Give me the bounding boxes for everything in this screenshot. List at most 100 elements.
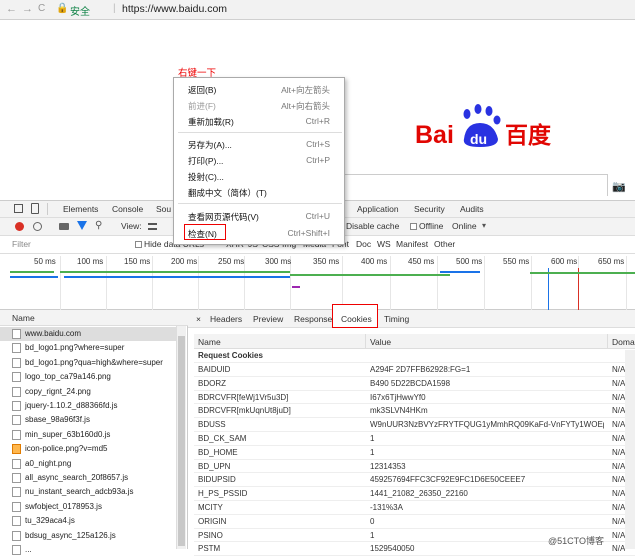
menu-item-cast[interactable]: 投射(C)... (174, 168, 346, 184)
camera-capture-icon[interactable] (59, 223, 69, 230)
table-row[interactable]: MCITY -131%3A N/A (194, 501, 635, 515)
camera-icon[interactable]: 📷 (612, 180, 626, 193)
file-icon (12, 473, 21, 483)
tab-audits[interactable]: Audits (460, 204, 484, 214)
logo-baidu-cn: 百度 (505, 122, 552, 149)
tab-security[interactable]: Security (414, 204, 445, 214)
list-item[interactable]: tu_329aca4.js (0, 514, 178, 528)
menu-item-forward[interactable]: 前进(F) Alt+向右箭头 (174, 97, 346, 113)
table-row[interactable]: BDUSS W9nUUR3NzBVYzFRYTFQUG1yMmhRQ09KaFd-… (194, 418, 635, 432)
table-row[interactable]: BDRCVFR[mkUqnUt8juD] mk3SLVN4HKm N/A (194, 404, 635, 419)
menu-item-translate[interactable]: 翻成中文（简体）(T) (174, 184, 346, 200)
list-item[interactable]: www.baidu.com (0, 327, 178, 342)
file-icon (12, 343, 21, 354)
list-item[interactable]: bd_logo1.png?where=super (0, 341, 178, 355)
table-row[interactable]: BAIDUID A294F 2D7FFB62928:FG=1 N/A (194, 363, 635, 377)
tab-preview[interactable]: Preview (253, 314, 283, 324)
tab-sources[interactable]: Sou (156, 204, 171, 214)
table-row[interactable]: BIDUPSID 459257694FFC3CF92E9FC1D6E50CEEE7… (194, 473, 635, 488)
list-item[interactable]: nu_instant_search_adcb93a.js (0, 485, 178, 499)
type-doc[interactable]: Doc (356, 239, 371, 249)
tab-headers[interactable]: Headers (210, 314, 242, 324)
device-icon[interactable] (31, 203, 39, 214)
offline-checkbox[interactable]: Offline (410, 221, 443, 231)
disable-cache-label[interactable]: Disable cache (346, 221, 399, 231)
tab-application[interactable]: Application (357, 204, 399, 214)
logo-du: du (470, 131, 487, 147)
column-header-domain[interactable]: Domai (608, 334, 635, 349)
type-ws[interactable]: WS (377, 239, 391, 249)
close-icon[interactable]: × (196, 314, 201, 324)
list-item[interactable]: a0_night.png (0, 457, 178, 471)
grid-line (152, 256, 153, 310)
tab-console[interactable]: Console (112, 204, 143, 214)
file-icon (12, 458, 21, 469)
list-item[interactable]: ... (0, 543, 178, 557)
back-icon[interactable]: ← (6, 3, 17, 15)
menu-item-save-as[interactable]: 另存为(A)... Ctrl+S (174, 136, 346, 152)
waterfall-bar (64, 276, 290, 278)
scrollbar[interactable] (625, 350, 635, 549)
list-item[interactable]: min_super_63b160d0.js (0, 428, 178, 442)
column-header-name[interactable]: Name (194, 334, 366, 349)
name-column-header[interactable]: Name (0, 310, 188, 326)
tab-elements[interactable]: Elements (63, 204, 98, 214)
network-timeline[interactable]: 50 ms 100 ms 150 ms 200 ms 250 ms 300 ms… (0, 254, 635, 310)
list-item[interactable]: jquery-1.10.2_d88366fd.js (0, 399, 178, 413)
table-row[interactable]: BD_CK_SAM 1 N/A (194, 432, 635, 446)
throttle-select[interactable]: Online (452, 221, 477, 231)
forward-icon[interactable]: → (22, 3, 33, 15)
clear-icon[interactable] (33, 222, 42, 231)
chevron-down-icon[interactable]: ▾ (482, 221, 486, 230)
list-item[interactable]: logo_top_ca79a146.png (0, 370, 178, 384)
table-row[interactable]: BD_HOME 1 N/A (194, 446, 635, 460)
list-item[interactable]: all_async_search_20f8657.js (0, 471, 178, 485)
tick-label: 50 ms (34, 257, 56, 266)
inspect-icon[interactable] (14, 204, 23, 213)
search-icon[interactable]: ⚲ (95, 220, 102, 231)
column-header-value[interactable]: Value (366, 334, 608, 349)
list-item[interactable]: sbase_98a96f3f.js (0, 413, 178, 427)
type-manifest[interactable]: Manifest (396, 239, 428, 249)
tab-timing[interactable]: Timing (384, 314, 409, 324)
waterfall-bar (10, 276, 58, 278)
menu-item-back[interactable]: 返回(B) Alt+向左箭头 (174, 81, 346, 97)
list-item[interactable]: bd_logo1.png?qua=high&where=super (0, 356, 178, 370)
tick-label: 150 ms (124, 257, 151, 266)
record-icon[interactable] (15, 222, 24, 231)
filter-icon[interactable] (77, 221, 87, 230)
filter-input[interactable]: Filter (12, 239, 31, 249)
waterfall-bar (290, 274, 450, 276)
file-icon (12, 487, 21, 498)
table-row[interactable]: ORIGIN 0 N/A (194, 515, 635, 529)
list-item[interactable]: copy_rignt_24.png (0, 385, 178, 399)
list-item[interactable]: icon-police.png?v=md5 (0, 442, 178, 456)
grid-line (484, 256, 485, 310)
menu-item-print[interactable]: 打印(P)... Ctrl+P (174, 152, 346, 168)
scrollbar[interactable] (176, 326, 186, 549)
list-item[interactable]: bdsug_async_125a126.js (0, 529, 178, 543)
grid-line (198, 256, 199, 310)
table-row[interactable]: BD_UPN 12314353 N/A (194, 460, 635, 474)
list-view-icon[interactable] (148, 223, 157, 230)
load-marker (578, 268, 579, 310)
file-icon (12, 357, 21, 368)
type-other[interactable]: Other (434, 239, 455, 249)
menu-item-reload[interactable]: 重新加载(R) Ctrl+R (174, 113, 346, 129)
reload-icon[interactable]: C (38, 3, 45, 14)
tick-label: 550 ms (503, 257, 530, 266)
table-row[interactable]: BDORZ B490 5D22BCDA1598 N/A (194, 377, 635, 391)
menu-item-view-source[interactable]: 查看网页源代码(V) Ctrl+U (174, 208, 346, 224)
table-row[interactable]: BDRCVFR[feWj1Vr5u3D] I67x6TjHwwYf0 N/A (194, 391, 635, 405)
scrollbar-thumb[interactable] (178, 336, 185, 546)
grid-line (437, 256, 438, 310)
tab-cookies[interactable]: Cookies (332, 304, 378, 328)
list-item[interactable]: swfobject_0178953.js (0, 500, 178, 514)
grid-line (342, 256, 343, 310)
table-row[interactable]: H_PS_PSSID 1441_21082_26350_22160 N/A (194, 487, 635, 501)
tick-label: 650 ms (598, 257, 625, 266)
tab-response[interactable]: Response (294, 314, 332, 324)
grid-line (106, 256, 107, 310)
url-field[interactable]: https://www.baidu.com (122, 3, 227, 15)
grid-line (60, 256, 61, 310)
